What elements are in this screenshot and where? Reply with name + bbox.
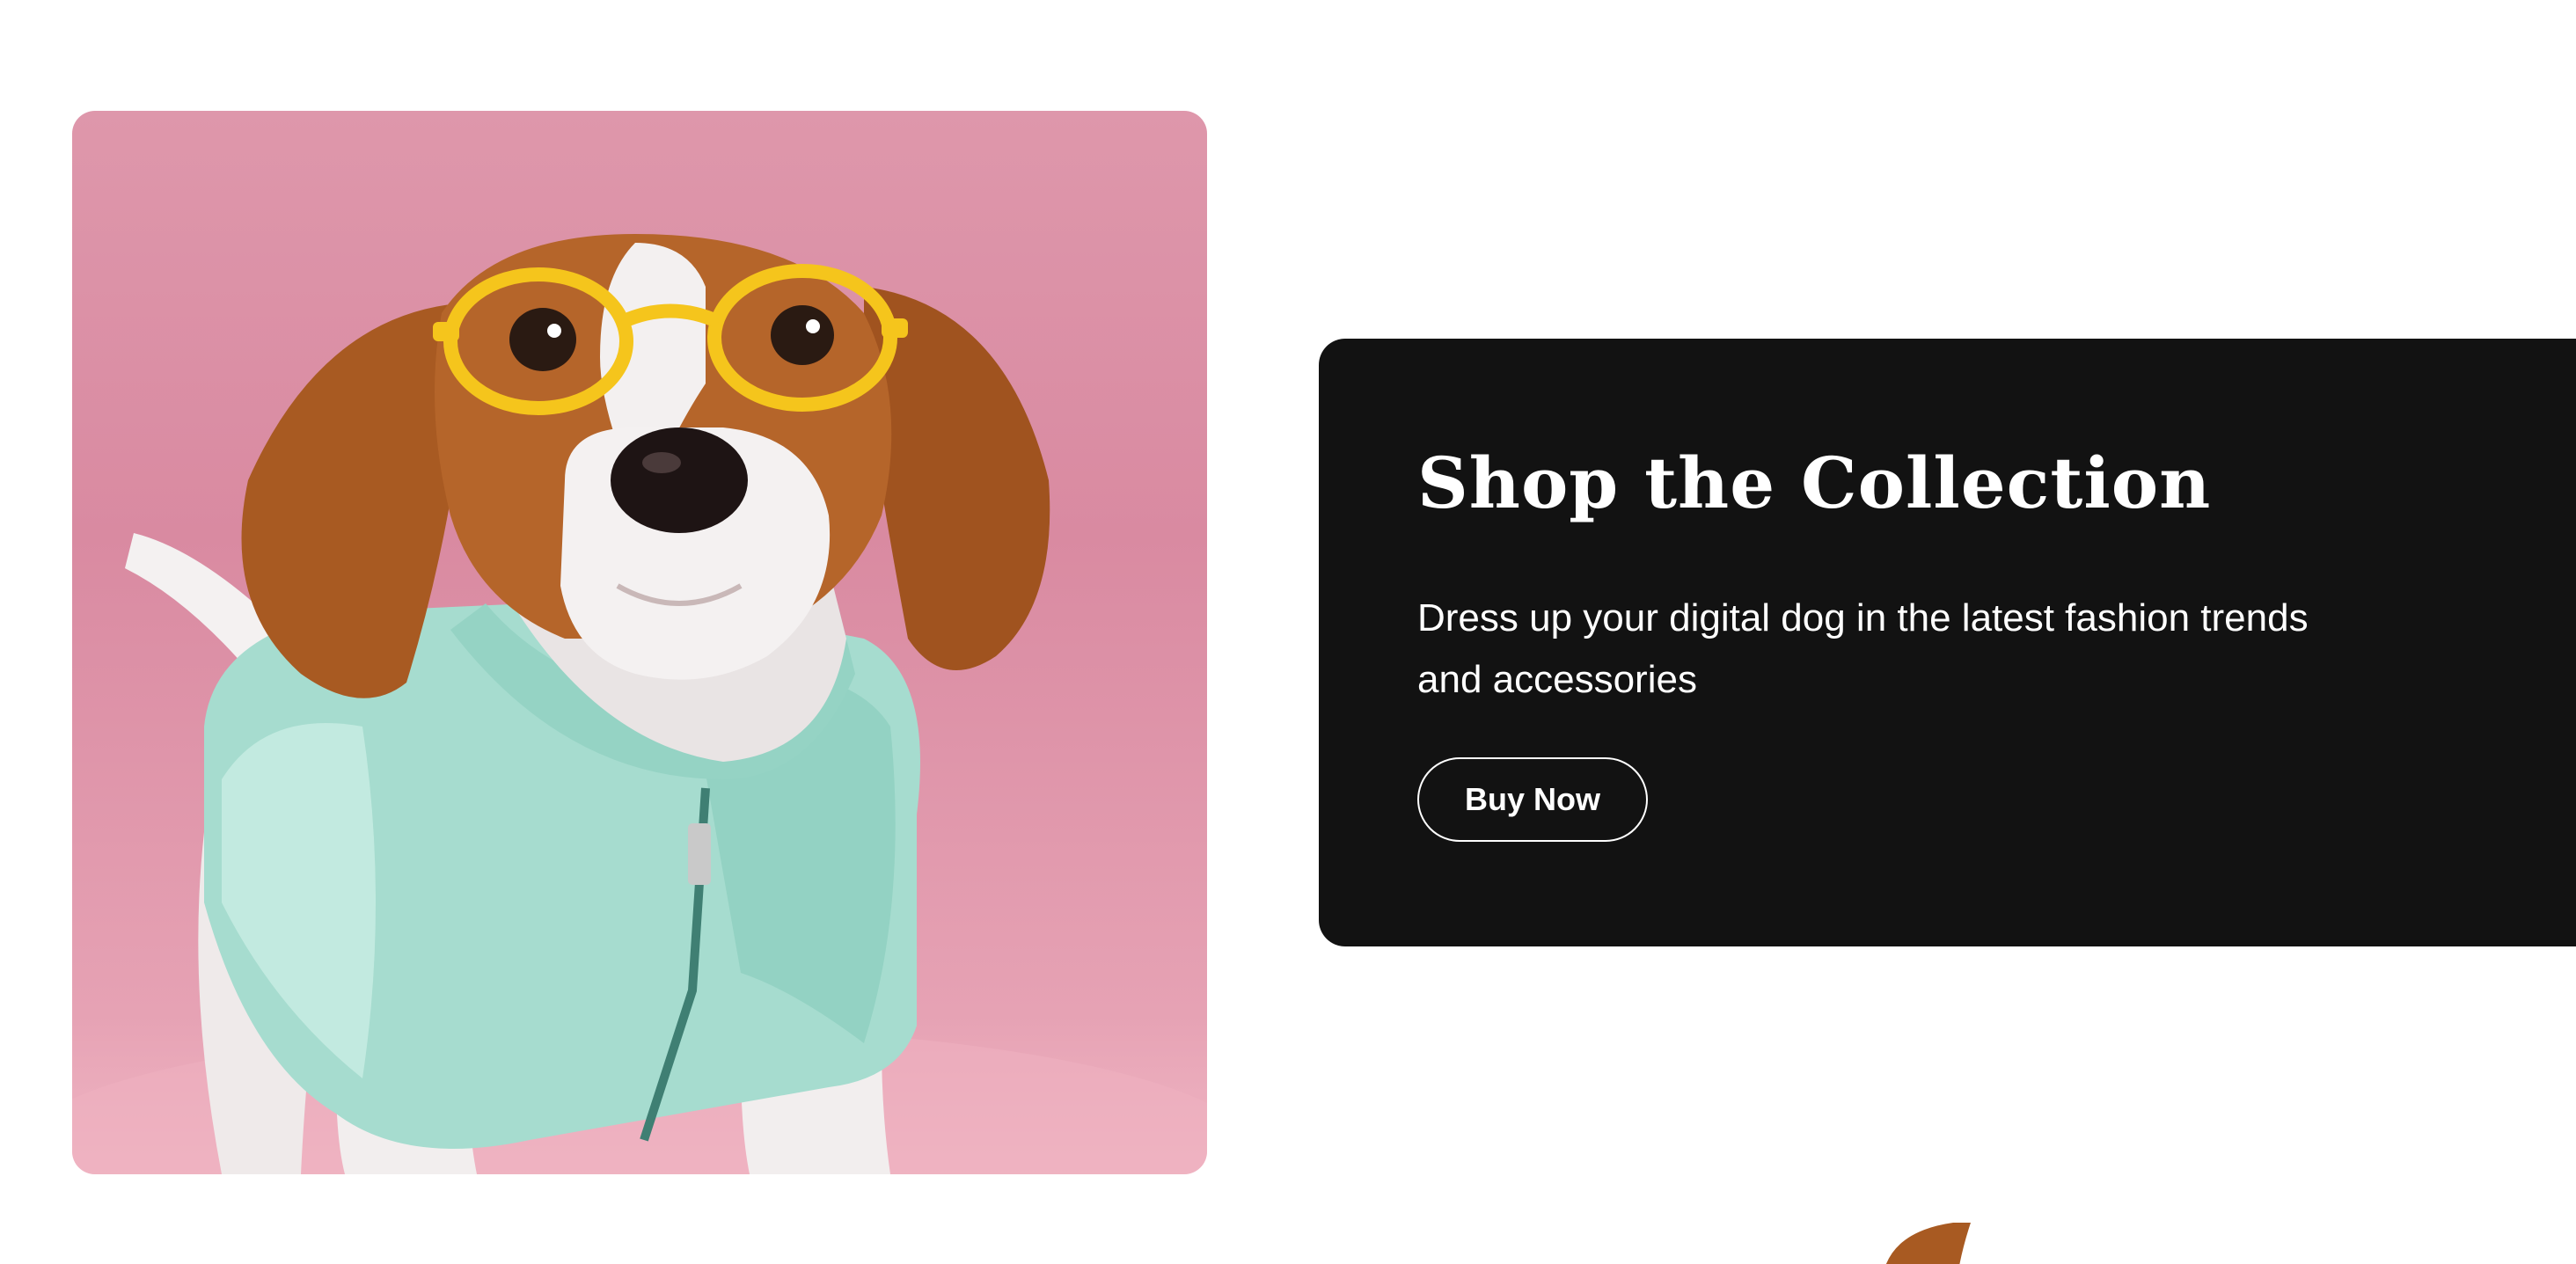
dog-ear-peek-image	[1874, 1223, 1980, 1264]
buy-now-button[interactable]: Buy Now	[1417, 757, 1648, 842]
dog-illustration	[72, 234, 1207, 1174]
promo-panel: Shop the Collection Dress up your digita…	[1319, 339, 2576, 946]
dog-product-image	[72, 111, 1207, 1174]
promo-description: Dress up your digital dog in the latest …	[1417, 596, 2309, 701]
page: Shop the Collection Dress up your digita…	[0, 0, 2576, 1264]
promo-title: Shop the Collection	[1417, 442, 2212, 524]
